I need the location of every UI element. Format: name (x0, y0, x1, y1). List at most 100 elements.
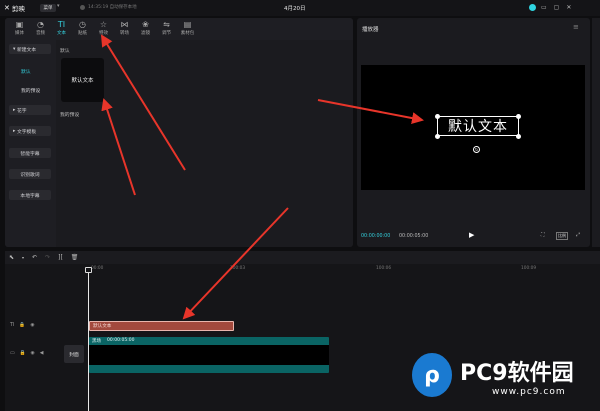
transition-icon: ⋈ (120, 20, 129, 29)
ratio-button[interactable]: 比例 (556, 232, 568, 240)
text-track-icon: TI (10, 323, 15, 328)
volume-icon[interactable]: ◀ (40, 351, 44, 356)
dropdown-icon[interactable]: ▾ (22, 255, 24, 260)
save-status-text: 14:35:19 自动保存本地 (88, 5, 137, 10)
window-controls: ▭ ▢ ✕ (541, 4, 571, 11)
tab-text[interactable]: TI 文本 (51, 18, 72, 40)
pc9-logo-icon: ρ (412, 353, 452, 397)
tick-label: 00:00 (91, 266, 104, 271)
playhead-handle[interactable] (85, 267, 92, 273)
project-title: 4月20日 (284, 6, 306, 12)
tab-filter[interactable]: ❀ 滤镜 (135, 18, 156, 40)
cover-button[interactable]: 封面 (64, 345, 84, 363)
video-clip-duration: 00:00:05:00 (107, 338, 135, 343)
sidebar-item-text-template[interactable]: ▸ 文字模板 (9, 126, 51, 136)
tab-material-pack[interactable]: ▤ 素材包 (177, 18, 198, 40)
material-pack-icon: ▤ (183, 20, 192, 29)
menu-button[interactable]: 菜单 (40, 4, 56, 12)
tick-label: 100:03 (230, 266, 246, 271)
default-text-card-label: 默认文本 (71, 78, 94, 84)
fullscreen-icon[interactable]: ⤢ (576, 232, 580, 238)
text-category-sidebar: ▾ 新建文本 默认 我的预设 ▸ 花字 ▸ 文字模板 智能字幕 识别歌词 本地字… (5, 40, 56, 247)
player-title: 播放器 (362, 27, 379, 33)
text-icon: TI (57, 20, 66, 29)
delete-icon[interactable]: 🗑 (71, 254, 79, 261)
current-time: 00:00:00:00 (361, 234, 391, 239)
sidebar-item-auto-captions[interactable]: 智能字幕 (9, 148, 51, 158)
sidebar-item-new-text[interactable]: ▾ 新建文本 (9, 44, 51, 54)
select-tool-icon[interactable]: ⬉ (9, 254, 14, 261)
eye-icon[interactable]: ◉ (30, 323, 34, 328)
eye-icon[interactable]: ◉ (31, 351, 35, 356)
inspector-panel-edge (592, 18, 600, 247)
effects-icon: ☆ (99, 20, 108, 29)
media-icon: ▣ (15, 20, 24, 29)
audio-icon: ◔ (37, 20, 44, 29)
save-status: 14:35:19 自动保存本地 (80, 4, 137, 10)
resize-handle[interactable] (516, 134, 521, 139)
tab-adjust[interactable]: ⇋ 调节 (156, 18, 177, 40)
section-default-label: 默认 (60, 49, 70, 54)
tick-label: 100:09 (521, 266, 537, 271)
text-presets-content: 默认 默认文本 我的预设 (56, 40, 353, 247)
watermark-url: www.pc9.com (492, 387, 566, 397)
resize-handle[interactable] (435, 134, 440, 139)
undo-icon[interactable]: ↶ (32, 254, 37, 261)
split-icon[interactable]: ][ (58, 254, 63, 261)
site-watermark: ρ PC9软件园 www.pc9.com (412, 347, 600, 411)
title-bar: ✕ 剪映 菜单 ▾ 14:35:19 自动保存本地 4月20日 ▭ ▢ ✕ (0, 0, 600, 16)
capcut-logo-icon: ✕ (4, 4, 10, 12)
video-clip-name: 黑场 (92, 339, 101, 344)
menu-chevron-icon[interactable]: ▾ (57, 3, 60, 9)
adjust-icon: ⇋ (163, 20, 170, 29)
default-text-card[interactable]: 默认文本 (61, 58, 104, 102)
redo-icon[interactable]: ↷ (45, 254, 50, 261)
tab-transition[interactable]: ⋈ 转场 (114, 18, 135, 40)
tab-effects[interactable]: ☆ 特效 (93, 18, 114, 40)
save-status-icon (80, 4, 85, 10)
resize-handle[interactable] (516, 114, 521, 119)
video-clip-info: 黑场 00:00:05:00 (92, 338, 134, 344)
tick-label: 100:06 (376, 266, 392, 271)
maximize-icon[interactable]: ▢ (554, 4, 560, 11)
video-track-header: ▭ 🔒 ◉ ◀ (10, 351, 43, 356)
video-clip[interactable]: 黑场 00:00:05:00 (89, 337, 329, 373)
play-icon[interactable]: ▶ (469, 231, 474, 239)
app-name: 剪映 (11, 5, 25, 13)
tab-audio[interactable]: ◔ 音频 (30, 18, 51, 40)
sidebar-item-lyrics[interactable]: 识别歌词 (9, 169, 51, 179)
text-track-header: TI 🔒 ◉ (10, 323, 35, 328)
preview-canvas[interactable]: 默认文本 ↻ (361, 65, 585, 190)
media-panel: ▣ 媒体 ◔ 音频 TI 文本 ◷ 贴纸 ☆ 特效 ⋈ 转场 ❀ 滤镜 ⇋ 调节 ▤ 素材包 ▾ … (5, 18, 353, 247)
watermark-title: PC9软件园 (460, 361, 574, 386)
asset-toolbar: ▣ 媒体 ◔ 音频 TI 文本 ◷ 贴纸 ☆ 特效 ⋈ 转场 ❀ 滤镜 ⇋ 调节 ▤ 素材包 (5, 18, 353, 40)
sidebar-item-fancy-text[interactable]: ▸ 花字 (9, 105, 51, 115)
time-ruler[interactable]: 00:00 100:03 100:06 100:09 (88, 266, 600, 276)
total-time: 00:00:05:00 (399, 234, 429, 239)
player-panel: 播放器 ≡ 默认文本 ↻ 00:00:00:00 00:00:05:00 ▶ ⛶… (357, 18, 590, 247)
tab-media[interactable]: ▣ 媒体 (9, 18, 30, 40)
sticker-icon: ◷ (79, 20, 86, 29)
filter-icon: ❀ (142, 20, 149, 29)
tab-sticker[interactable]: ◷ 贴纸 (72, 18, 93, 40)
sidebar-item-local-captions[interactable]: 本地字幕 (9, 190, 51, 200)
user-avatar[interactable] (529, 4, 536, 11)
canvas-text-box[interactable]: 默认文本 (437, 116, 519, 136)
video-clip-frames (89, 345, 329, 365)
resize-handle[interactable] (435, 114, 440, 119)
video-track-icon: ▭ (10, 351, 15, 356)
rotate-icon[interactable]: ↻ (473, 146, 480, 153)
player-menu-icon[interactable]: ≡ (573, 23, 579, 31)
lock-icon[interactable]: 🔒 (19, 323, 25, 328)
lock-icon[interactable]: 🔒 (20, 351, 26, 356)
playhead[interactable] (88, 267, 89, 411)
section-presets-label: 我的预设 (60, 113, 80, 118)
sidebar-item-default[interactable]: 默认 (9, 66, 51, 76)
fit-screen-icon[interactable]: ⛶ (541, 232, 545, 238)
close-icon[interactable]: ✕ (566, 4, 571, 11)
sidebar-item-my-presets[interactable]: 我的预设 (9, 85, 51, 95)
minimize-icon[interactable]: ▭ (541, 4, 547, 11)
text-clip[interactable]: 默认文本 (89, 321, 234, 331)
timeline-toolbar: ⬉ ▾ ↶ ↷ ][ 🗑 (5, 251, 600, 264)
app-logo: ✕ 剪映 (4, 3, 25, 13)
